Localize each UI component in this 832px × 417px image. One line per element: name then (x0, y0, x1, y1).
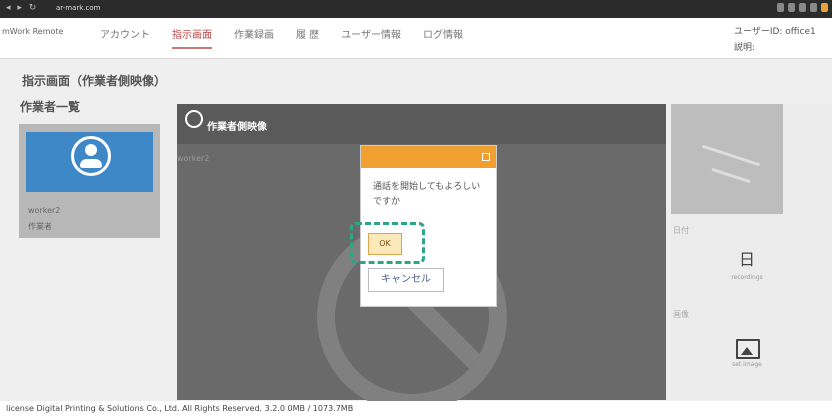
calendar-section-label: 日付 (673, 226, 689, 235)
workers-list-title: 作業者一覧 (20, 100, 81, 114)
calendar-caption: recordings (731, 274, 763, 281)
worker-name: worker2 (28, 206, 61, 215)
calendar-icon[interactable]: 日 (734, 249, 760, 275)
extension-icon[interactable] (777, 3, 784, 12)
menu-item-instruction[interactable]: 指示画面 (172, 26, 212, 49)
worker-thumbnail[interactable] (26, 132, 153, 192)
app-logo: mWork Remote (2, 27, 64, 36)
dialog-titlebar (361, 146, 496, 168)
menu-item-recording[interactable]: 作業録画 (234, 26, 274, 49)
ok-button[interactable]: OK (368, 233, 402, 255)
video-worker-name: worker2 (177, 154, 210, 163)
worker-role: 作業者 (28, 222, 52, 231)
browser-toolbar-icons (777, 3, 828, 12)
camera-user-icon (185, 110, 203, 128)
video-title: 作業者側映像 (207, 122, 267, 133)
description-label: 説明: (734, 43, 756, 53)
extension-icon[interactable] (788, 3, 795, 12)
main-menu: アカウント 指示画面 作業録画 履 歴 ユーザー情報 ログ情報 (100, 26, 463, 49)
menu-item-account[interactable]: アカウント (100, 26, 150, 49)
extension-icon[interactable] (810, 3, 817, 12)
browser-chrome: ◂ ▸ ↻ ar-mark.com (0, 0, 832, 18)
menu-item-log-info[interactable]: ログ情報 (423, 26, 463, 49)
browser-nav-icons[interactable]: ◂ ▸ ↻ (6, 3, 38, 13)
footer: license Digital Printing & Solutions Co.… (0, 401, 832, 417)
dialog-message: 通話を開始してもよろしいですか (373, 182, 481, 207)
camera-preview (671, 104, 783, 214)
video-header: 作業者側映像 (177, 104, 666, 144)
image-caption: set image (732, 361, 762, 368)
image-icon[interactable] (736, 339, 760, 359)
menu-item-history[interactable]: 履 歴 (296, 26, 319, 49)
user-id-label: ユーザーID: office1 (734, 27, 816, 37)
close-icon[interactable] (482, 153, 490, 161)
user-avatar-icon (71, 136, 111, 176)
page-title: 指示画面（作業者側映像） (22, 74, 167, 88)
user-info: ユーザーID: office1 説明: (734, 24, 830, 56)
right-sidebar: 日付 日 recordings 画像 set image (671, 104, 832, 400)
menu-item-user-info[interactable]: ユーザー情報 (341, 26, 401, 49)
extension-icon[interactable] (799, 3, 806, 12)
profile-icon[interactable] (821, 3, 828, 12)
app-header: mWork Remote アカウント 指示画面 作業録画 履 歴 ユーザー情報 … (0, 18, 832, 59)
worker-card[interactable]: worker2 作業者 (19, 124, 160, 238)
address-bar[interactable]: ar-mark.com (56, 3, 116, 14)
cancel-button[interactable]: キャンセル (368, 268, 444, 292)
image-section-label: 画像 (673, 310, 689, 319)
